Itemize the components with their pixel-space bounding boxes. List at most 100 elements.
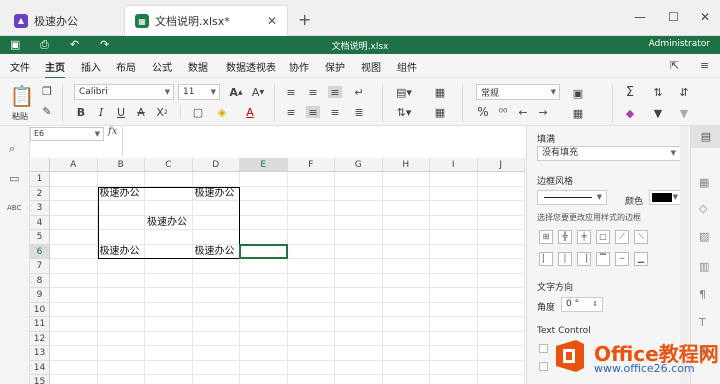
merge-cells-icon[interactable]: ▤▾ [392,86,416,99]
row-header-3[interactable]: 3 [30,201,50,216]
spellcheck-icon[interactable]: ABC [7,204,21,212]
cell-B2[interactable]: 极速办公 [98,187,140,201]
row-header-11[interactable]: 11 [30,317,50,332]
cell-D2[interactable]: 极速办公 [193,187,235,201]
font-size-select[interactable]: 11 ▼ [178,84,220,100]
comment-icon[interactable]: ▭ [9,172,19,185]
menu-plugins[interactable]: 组件 [397,59,417,74]
clear-icon[interactable]: ◆ [622,105,638,121]
align-bottom-icon[interactable]: ≡ [328,86,342,99]
open-location-icon[interactable]: ⇱ [670,59,679,72]
column-header-D[interactable]: D [192,158,240,172]
row-header-2[interactable]: 2 [30,186,50,201]
tab-home[interactable]: ▲ 极速办公 [4,5,122,36]
align-top-icon[interactable]: ≡ [284,86,298,99]
cell-D6[interactable]: 极速办公 [193,245,235,259]
align-left-icon[interactable]: ≡ [284,106,298,119]
row-header-5[interactable]: 5 [30,230,50,245]
border-inner-icon[interactable]: ╬ [558,230,572,244]
row-header-13[interactable]: 13 [30,346,50,361]
fx-icon[interactable]: fx [108,126,117,137]
format-painter-icon[interactable]: ✎ [40,104,54,118]
fill-color-icon[interactable]: ◈ [212,105,232,119]
increase-decimal-icon[interactable]: ← [516,105,530,119]
border-left-icon[interactable]: ▏ [539,252,553,266]
row-header-10[interactable]: 10 [30,302,50,317]
angle-stepper[interactable]: 0 ° ⇕ [561,297,603,312]
percent-icon[interactable]: % [476,105,490,119]
selected-cell-outline[interactable] [239,243,288,259]
cell-B6[interactable]: 极速办公 [98,245,140,259]
close-window-button[interactable]: ✕ [700,10,710,24]
filter-icon[interactable]: ▼ [650,105,666,121]
font-color-icon[interactable]: A [240,105,260,119]
border-outer-icon[interactable]: □ [596,230,610,244]
italic-icon[interactable]: I [94,105,108,119]
column-header-B[interactable]: B [97,158,145,172]
border-middle-icon[interactable]: ─ [615,252,629,266]
column-header-C[interactable]: C [145,158,193,172]
sort-desc-icon[interactable]: ⇵ [676,84,692,100]
clear-filter-icon[interactable]: ▼ [676,105,692,121]
subscript-icon[interactable]: X2 [152,105,172,119]
border-diagonal-up-icon[interactable]: ⟋ [615,230,629,244]
copy-icon[interactable]: ❐ [40,84,54,98]
minimize-button[interactable]: — [634,10,646,24]
paste-label[interactable]: 粘贴 [12,111,28,122]
cell-C4[interactable]: 极速办公 [145,216,187,230]
shrink-to-fit-checkbox[interactable] [539,362,548,371]
column-header-J[interactable]: J [477,158,525,172]
thousands-separator-icon[interactable]: ⁰⁰ [496,105,510,119]
column-header-I[interactable]: I [430,158,478,172]
orientation-icon[interactable]: ⇅▾ [392,106,416,119]
increase-font-icon[interactable]: A ▲ [228,84,244,100]
paste-icon[interactable]: 📋 [10,84,35,108]
search-icon[interactable]: ⌕ [9,142,15,156]
border-all-icon[interactable]: ⊞ [539,230,553,244]
shape-settings-icon[interactable]: ◇ [699,202,707,215]
sum-icon[interactable]: Σ [622,84,638,100]
row-header-15[interactable]: 15 [30,375,50,384]
column-header-E[interactable]: E [240,158,288,172]
row-header-12[interactable]: 12 [30,331,50,346]
align-center-icon[interactable]: ≡ [306,106,320,119]
bold-icon[interactable]: B [74,105,88,119]
column-header-F[interactable]: F [287,158,335,172]
border-line-select[interactable]: ▼ [537,190,607,205]
strikethrough-icon[interactable]: A [134,105,148,119]
wrap-text-checkbox[interactable] [539,344,548,353]
menu-view[interactable]: 视图 [361,59,381,74]
column-header-A[interactable]: A [50,158,98,172]
border-horizontal-inner-icon[interactable]: ╪ [577,230,591,244]
sort-icon[interactable]: ⇅ [650,84,666,100]
image-settings-icon[interactable]: ▨ [699,230,709,243]
menu-formula[interactable]: 公式 [152,59,172,74]
column-header-G[interactable]: G [335,158,383,172]
decrease-font-icon[interactable]: A ▼ [250,84,266,100]
decrease-decimal-icon[interactable]: → [536,105,550,119]
border-right-icon[interactable]: ▕ [577,252,591,266]
conditional-format-icon[interactable]: ▦ [432,86,448,99]
wrap-text-icon[interactable]: ↵ [352,86,366,99]
stepper-arrows-icon[interactable]: ⇕ [592,298,598,311]
cell-settings-icon[interactable]: ▤ [691,126,720,148]
menu-home[interactable]: 主页 [45,59,65,79]
border-color-picker[interactable]: ▼ [649,190,681,205]
menu-layout[interactable]: 布局 [116,59,136,74]
row-header-9[interactable]: 9 [30,288,50,303]
cell-style-icon[interactable]: ▣ [568,86,588,100]
select-all-corner[interactable] [30,158,50,172]
chart-settings-icon[interactable]: ▥ [699,260,709,273]
menu-pivot-table[interactable]: 数据透视表 [226,59,276,74]
close-tab-icon[interactable]: ✕ [267,14,277,28]
table-settings-icon[interactable]: ▦ [699,176,709,189]
number-format-select[interactable]: 常规 ▼ [476,84,560,100]
align-right-icon[interactable]: ≡ [328,106,342,119]
underline-icon[interactable]: U [114,105,128,119]
font-name-select[interactable]: Calibri ▼ [74,84,174,100]
menu-collaborate[interactable]: 协作 [289,59,309,74]
row-header-8[interactable]: 8 [30,273,50,288]
new-tab-icon[interactable]: + [298,10,311,29]
border-bottom-icon[interactable]: ▁ [634,252,648,266]
border-top-icon[interactable]: ▔ [596,252,610,266]
